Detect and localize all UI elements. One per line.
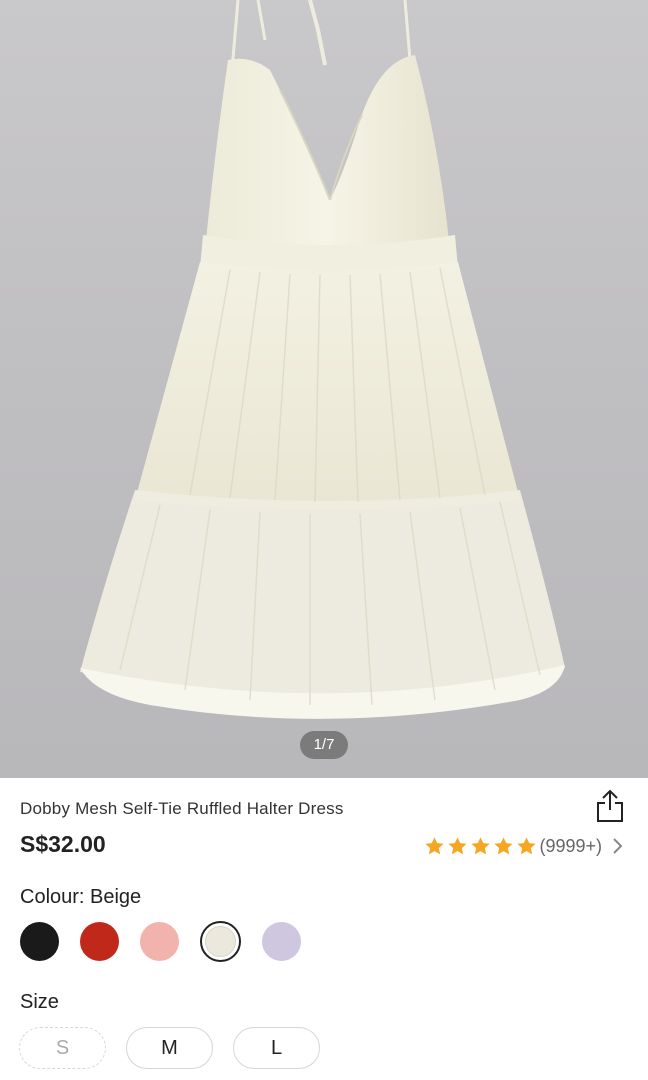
dress-illustration <box>80 0 565 719</box>
star-icon <box>425 836 445 854</box>
star-icon <box>494 836 514 854</box>
product-title: Dobby Mesh Self-Tie Ruffled Halter Dress <box>20 799 344 818</box>
size-option-l[interactable]: L <box>233 1027 320 1069</box>
size-options: SML <box>19 1027 320 1069</box>
review-count: (9999+) <box>539 835 602 856</box>
colour-swatches <box>20 921 301 962</box>
product-image[interactable]: 1/7 <box>0 0 648 778</box>
colour-swatch-beige[interactable] <box>200 921 241 962</box>
size-option-s[interactable]: S <box>19 1027 106 1069</box>
product-price: S$32.00 <box>20 831 106 857</box>
chevron-right-icon <box>613 838 623 854</box>
colour-swatch-lilac[interactable] <box>262 922 301 961</box>
colour-swatch-red[interactable] <box>80 922 119 961</box>
rating-summary[interactable]: (9999+) <box>424 834 624 858</box>
share-icon <box>597 789 623 822</box>
image-counter: 1/7 <box>300 731 348 759</box>
colour-label: Colour: Beige <box>20 886 142 908</box>
colour-swatch-pink[interactable] <box>140 922 179 961</box>
star-rating <box>424 836 537 857</box>
share-button[interactable] <box>594 788 626 824</box>
star-icon <box>448 836 468 854</box>
title-row: Dobby Mesh Self-Tie Ruffled Halter Dress <box>20 789 630 826</box>
star-icon <box>471 836 491 854</box>
size-label: Size <box>20 991 59 1013</box>
size-option-m[interactable]: M <box>126 1027 213 1069</box>
colour-swatch-black[interactable] <box>20 922 59 961</box>
star-icon <box>517 836 537 854</box>
